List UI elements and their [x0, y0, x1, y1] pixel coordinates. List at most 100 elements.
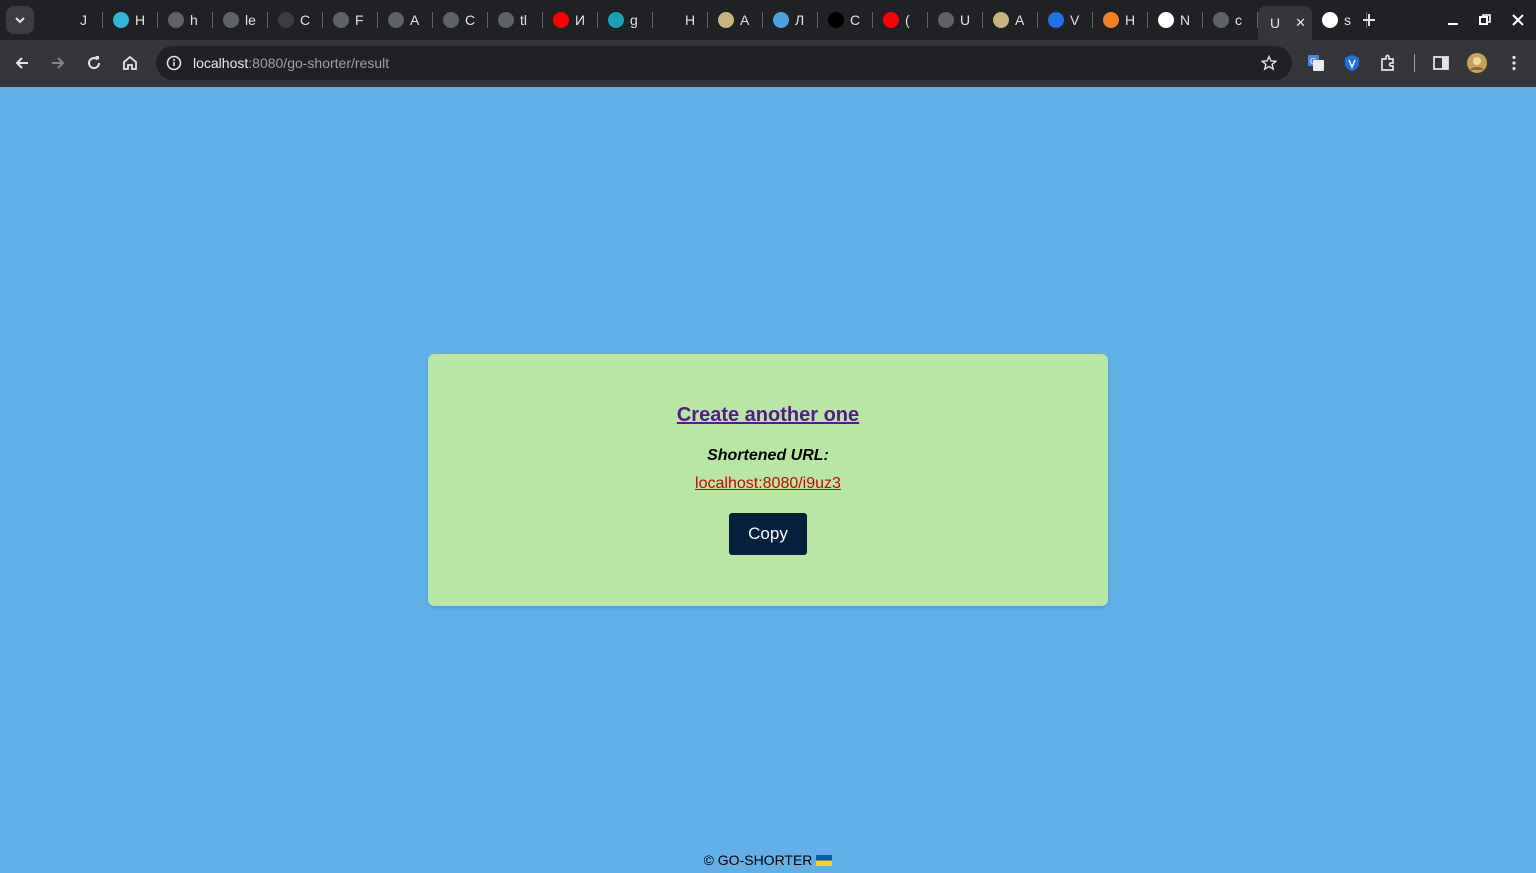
tab-title: A [1015, 12, 1025, 28]
url-host: localhost [193, 55, 249, 71]
tab-title: U [960, 12, 971, 28]
tab-title: V [1070, 12, 1080, 28]
globe-icon [498, 12, 514, 28]
address-bar[interactable]: localhost:8080/go-shorter/result [156, 46, 1292, 80]
forward-button[interactable] [45, 50, 71, 76]
tab-title: N [1180, 12, 1191, 28]
tab[interactable]: Л [763, 0, 818, 40]
back-button[interactable] [9, 50, 35, 76]
tab-title: C [300, 12, 311, 28]
translate-icon: G [1308, 55, 1324, 71]
reload-button[interactable] [81, 50, 107, 76]
footer-text: © GO-SHORTER [703, 852, 813, 868]
tab[interactable]: ( [873, 0, 928, 40]
side-panel-icon [1433, 56, 1449, 70]
shortened-url-label: Shortened URL: [707, 447, 829, 464]
shield-icon [1345, 55, 1359, 71]
tab[interactable]: J [48, 0, 103, 40]
browser-menu-button[interactable] [1503, 52, 1525, 74]
question-icon [993, 12, 1009, 28]
url-text: localhost:8080/go-shorter/result [193, 55, 389, 71]
chevron-down-icon [15, 17, 25, 24]
tab[interactable]: A [708, 0, 763, 40]
create-another-link[interactable]: Create another one [428, 404, 1108, 427]
tab-title: A [740, 12, 750, 28]
tab[interactable]: H [103, 0, 158, 40]
browser-toolbar: localhost:8080/go-shorter/result G [0, 40, 1536, 87]
copy-button[interactable]: Copy [729, 513, 807, 555]
toolbar-divider [1414, 54, 1415, 72]
tab[interactable]: tl [488, 0, 543, 40]
plus-icon [1363, 14, 1375, 26]
tab-title: c [1235, 12, 1242, 28]
tab[interactable]: C [268, 0, 323, 40]
site-info-button[interactable] [164, 53, 184, 73]
url-path: :8080/go-shorter/result [248, 55, 390, 71]
tab-title: le [245, 12, 256, 28]
globe-icon [443, 12, 459, 28]
tab-title: H [135, 12, 146, 28]
circle-logo-icon [1048, 12, 1064, 28]
google-translate-extension[interactable]: G [1305, 52, 1327, 74]
extensions-button[interactable] [1377, 52, 1399, 74]
page-footer: © GO-SHORTER [0, 852, 1536, 868]
tab-title: F [355, 12, 364, 28]
tab[interactable]: H [653, 0, 708, 40]
arrow-left-icon [15, 57, 28, 69]
stack-icon [1103, 12, 1119, 28]
github-icon [168, 12, 184, 28]
tab[interactable]: A [378, 0, 433, 40]
medium-icon [1158, 12, 1174, 28]
close-window-button[interactable] [1506, 8, 1530, 32]
tab[interactable]: le [213, 0, 268, 40]
tab[interactable]: c [1203, 0, 1258, 40]
tab[interactable]: V [1038, 0, 1093, 40]
tab-title: tl [520, 12, 527, 28]
tab[interactable]: g [598, 0, 653, 40]
profile-avatar[interactable] [1466, 52, 1488, 74]
globe-icon [223, 12, 239, 28]
ukraine-flag-icon [816, 855, 833, 866]
tab-title: J [80, 12, 87, 28]
home-button[interactable] [117, 50, 143, 76]
new-tab-button[interactable] [1357, 8, 1381, 32]
globe-icon [938, 12, 954, 28]
tab[interactable]: A [983, 0, 1038, 40]
bookmark-button[interactable] [1260, 54, 1278, 72]
tab[interactable]: F [323, 0, 378, 40]
tab-title: h [190, 12, 198, 28]
shield-extension[interactable] [1341, 52, 1363, 74]
tab-title: C [850, 12, 861, 28]
tab-search-button[interactable] [6, 6, 34, 34]
tab-list: J Hh le C F A Ctl Иg H A Л C(U A V H Nc U ✕ s [48, 0, 1367, 40]
github-icon [1213, 12, 1229, 28]
tab-title: Л [795, 12, 805, 28]
tab-title: C [465, 12, 476, 28]
result-card: Create another one Shortened URL: localh… [428, 354, 1108, 606]
restore-button[interactable] [1473, 8, 1497, 32]
reload-icon [88, 56, 101, 70]
tab-title: g [630, 12, 638, 28]
dev-icon [828, 12, 844, 28]
tab[interactable]: И [543, 0, 598, 40]
tab[interactable]: C [818, 0, 873, 40]
shortened-url-link[interactable]: localhost:8080/i9uz3 [428, 475, 1108, 493]
youtube-icon [883, 12, 899, 28]
tab-close-icon[interactable]: ✕ [1295, 15, 1306, 31]
tab[interactable]: h [158, 0, 213, 40]
side-panel-button[interactable] [1430, 52, 1452, 74]
close-icon [1512, 14, 1524, 26]
tab-active[interactable]: U ✕ [1258, 6, 1312, 40]
tab[interactable]: C [433, 0, 488, 40]
minimize-button[interactable] [1441, 8, 1465, 32]
braces-icon [278, 12, 294, 28]
home-icon [123, 55, 137, 70]
tab[interactable]: H [1093, 0, 1148, 40]
feather-icon [113, 12, 129, 28]
arrow-right-icon [52, 57, 65, 69]
tab[interactable]: N [1148, 0, 1203, 40]
restore-icon [1479, 14, 1491, 25]
tab[interactable]: U [928, 0, 983, 40]
question-icon [718, 12, 734, 28]
globe-icon [333, 12, 349, 28]
